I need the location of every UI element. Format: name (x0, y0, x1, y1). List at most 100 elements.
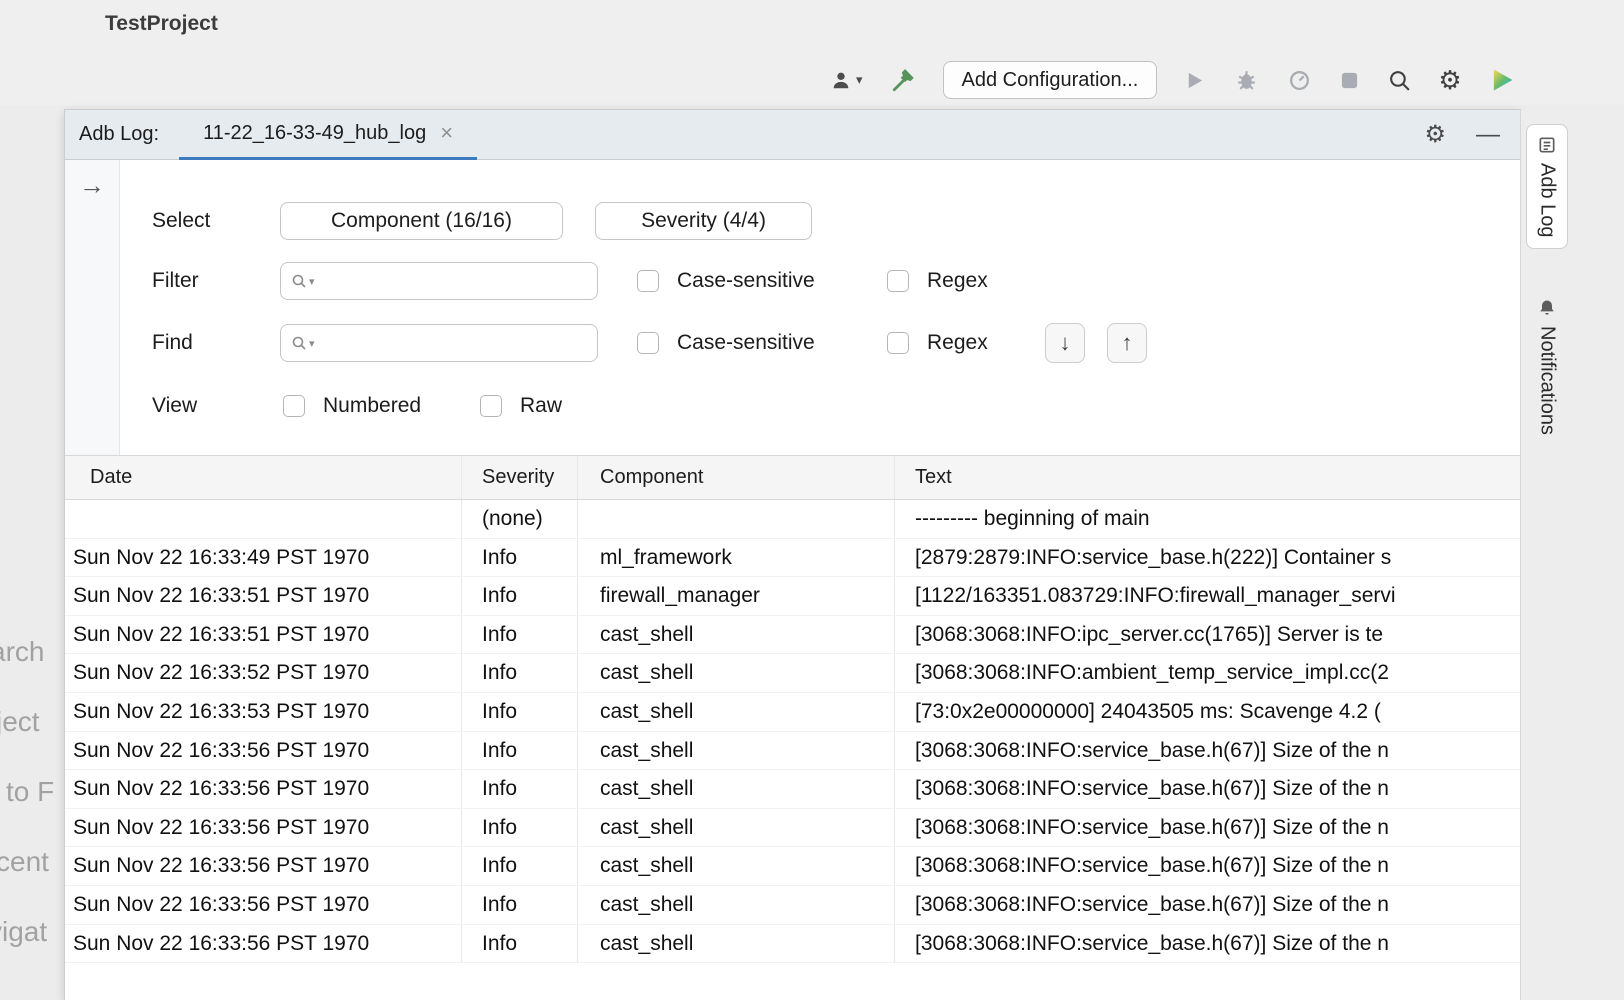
raw-group: Raw (480, 387, 562, 425)
table-row[interactable]: Sun Nov 22 16:33:56 PST 1970 Info cast_s… (65, 847, 1520, 886)
cell-date: Sun Nov 22 16:33:52 PST 1970 (65, 654, 462, 692)
log-file-tab[interactable]: 11-22_16-33-49_hub_log × (179, 110, 477, 160)
minimize-icon: — (1476, 121, 1500, 148)
cell-component: cast_shell (578, 847, 895, 885)
panel-title: Adb Log: (79, 123, 159, 146)
stop-button[interactable] (1338, 69, 1361, 92)
cell-date: Sun Nov 22 16:33:56 PST 1970 (65, 732, 462, 770)
tool-tab-label: Adb Log (1536, 163, 1559, 238)
ide-assistant-button[interactable] (1486, 64, 1518, 96)
select-row: Select Component (16/16) Severity (4/4) (120, 202, 1520, 242)
filter-input[interactable] (317, 263, 597, 299)
cell-component: cast_shell (578, 693, 895, 731)
view-label: View (152, 387, 197, 425)
find-previous-button[interactable]: ↑ (1107, 323, 1147, 363)
cell-severity: Info (462, 809, 578, 847)
search-icon (291, 335, 307, 351)
bell-icon (1537, 298, 1557, 318)
panel-settings-button[interactable]: ⚙ (1424, 123, 1446, 147)
cell-severity: Info (462, 654, 578, 692)
raw-checkbox[interactable] (480, 395, 502, 417)
filter-input-box[interactable]: ▾ (280, 262, 598, 300)
cell-text: [3068:3068:INFO:service_base.h(67)] Size… (895, 809, 1520, 847)
find-case-sensitive-checkbox[interactable] (637, 332, 659, 354)
gear-icon: ⚙ (1438, 65, 1461, 95)
severity-filter-button[interactable]: Severity (4/4) (595, 202, 812, 240)
main-toolbar: ▾ Add Configuration... ⚙ (828, 58, 1518, 102)
table-row[interactable]: (none) --------- beginning of main (65, 500, 1520, 539)
gradient-logo-icon (1488, 66, 1516, 94)
table-row[interactable]: Sun Nov 22 16:33:51 PST 1970 Info cast_s… (65, 616, 1520, 655)
cell-component: cast_shell (578, 616, 895, 654)
table-row[interactable]: Sun Nov 22 16:33:49 PST 1970 Info ml_fra… (65, 539, 1520, 578)
table-row[interactable]: Sun Nov 22 16:33:56 PST 1970 Info cast_s… (65, 925, 1520, 964)
profiler-icon (1287, 68, 1312, 93)
cell-date: Sun Nov 22 16:33:56 PST 1970 (65, 886, 462, 924)
debug-button[interactable] (1232, 66, 1261, 95)
numbered-checkbox[interactable] (283, 395, 305, 417)
cell-severity: Info (462, 693, 578, 731)
user-profile-button[interactable]: ▾ (828, 67, 865, 93)
raw-label: Raw (520, 394, 562, 418)
table-row[interactable]: Sun Nov 22 16:33:52 PST 1970 Info cast_s… (65, 654, 1520, 693)
add-configuration-button[interactable]: Add Configuration... (943, 61, 1158, 99)
cell-date: Sun Nov 22 16:33:56 PST 1970 (65, 925, 462, 963)
close-icon[interactable]: × (440, 122, 453, 144)
build-button[interactable] (889, 65, 919, 95)
cell-component: cast_shell (578, 809, 895, 847)
column-header-component[interactable]: Component (578, 456, 895, 499)
log-table: Date Severity Component Text (none) ----… (65, 455, 1520, 1000)
adb-log-panel: Adb Log: 11-22_16-33-49_hub_log × ⚙ — → … (65, 110, 1520, 1000)
find-next-button[interactable]: ↓ (1045, 323, 1085, 363)
column-header-date[interactable]: Date (65, 456, 462, 499)
run-button[interactable] (1181, 67, 1208, 94)
user-icon (830, 69, 852, 91)
debug-icon (1234, 68, 1259, 93)
table-row[interactable]: Sun Nov 22 16:33:51 PST 1970 Info firewa… (65, 577, 1520, 616)
cell-text: [3068:3068:INFO:service_base.h(67)] Size… (895, 886, 1520, 924)
table-row[interactable]: Sun Nov 22 16:33:56 PST 1970 Info cast_s… (65, 732, 1520, 771)
log-table-header: Date Severity Component Text (65, 455, 1520, 500)
find-input[interactable] (317, 325, 597, 361)
settings-button[interactable]: ⚙ (1438, 67, 1461, 93)
regex-label: Regex (927, 331, 988, 355)
column-header-text[interactable]: Text (895, 456, 1520, 499)
background-hint: ject (0, 706, 40, 738)
right-tool-strip: Adb Log Notifications (1520, 110, 1624, 1000)
tool-tab-notifications[interactable]: Notifications (1526, 288, 1568, 445)
cell-severity: Info (462, 886, 578, 924)
filter-regex-group: Regex (887, 262, 988, 300)
search-everywhere-button[interactable] (1385, 66, 1414, 95)
table-row[interactable]: Sun Nov 22 16:33:53 PST 1970 Info cast_s… (65, 693, 1520, 732)
arrow-right-icon[interactable]: → (79, 170, 105, 201)
panel-header-actions: ⚙ — (1424, 123, 1520, 147)
cell-severity: Info (462, 732, 578, 770)
table-row[interactable]: Sun Nov 22 16:33:56 PST 1970 Info cast_s… (65, 770, 1520, 809)
minimize-button[interactable]: — (1476, 123, 1500, 147)
regex-label: Regex (927, 269, 988, 293)
numbered-label: Numbered (323, 394, 421, 418)
find-regex-checkbox[interactable] (887, 332, 909, 354)
tool-tab-adb-log[interactable]: Adb Log (1526, 124, 1568, 249)
titlebar: TestProject ▾ Add Configuration... ⚙ (0, 0, 1624, 105)
cell-text: [3068:3068:INFO:ambient_temp_service_imp… (895, 654, 1520, 692)
panel-header: Adb Log: 11-22_16-33-49_hub_log × ⚙ — (65, 110, 1520, 160)
component-filter-button[interactable]: Component (16/16) (280, 202, 563, 240)
log-table-body: (none) --------- beginning of main Sun N… (65, 500, 1520, 963)
cell-component: cast_shell (578, 654, 895, 692)
cell-date: Sun Nov 22 16:33:53 PST 1970 (65, 693, 462, 731)
project-title: TestProject (105, 12, 218, 36)
background-hint: to F (6, 776, 54, 808)
log-tab-label: 11-22_16-33-49_hub_log (203, 122, 426, 145)
table-row[interactable]: Sun Nov 22 16:33:56 PST 1970 Info cast_s… (65, 809, 1520, 848)
cell-date (65, 500, 462, 538)
filter-regex-checkbox[interactable] (887, 270, 909, 292)
search-icon (291, 273, 307, 289)
column-header-severity[interactable]: Severity (462, 456, 578, 499)
table-row[interactable]: Sun Nov 22 16:33:56 PST 1970 Info cast_s… (65, 886, 1520, 925)
filter-case-sensitive-checkbox[interactable] (637, 270, 659, 292)
profiler-button[interactable] (1285, 66, 1314, 95)
gear-icon: ⚙ (1424, 121, 1446, 148)
find-input-box[interactable]: ▾ (280, 324, 598, 362)
background-hint: vigat (0, 916, 47, 948)
